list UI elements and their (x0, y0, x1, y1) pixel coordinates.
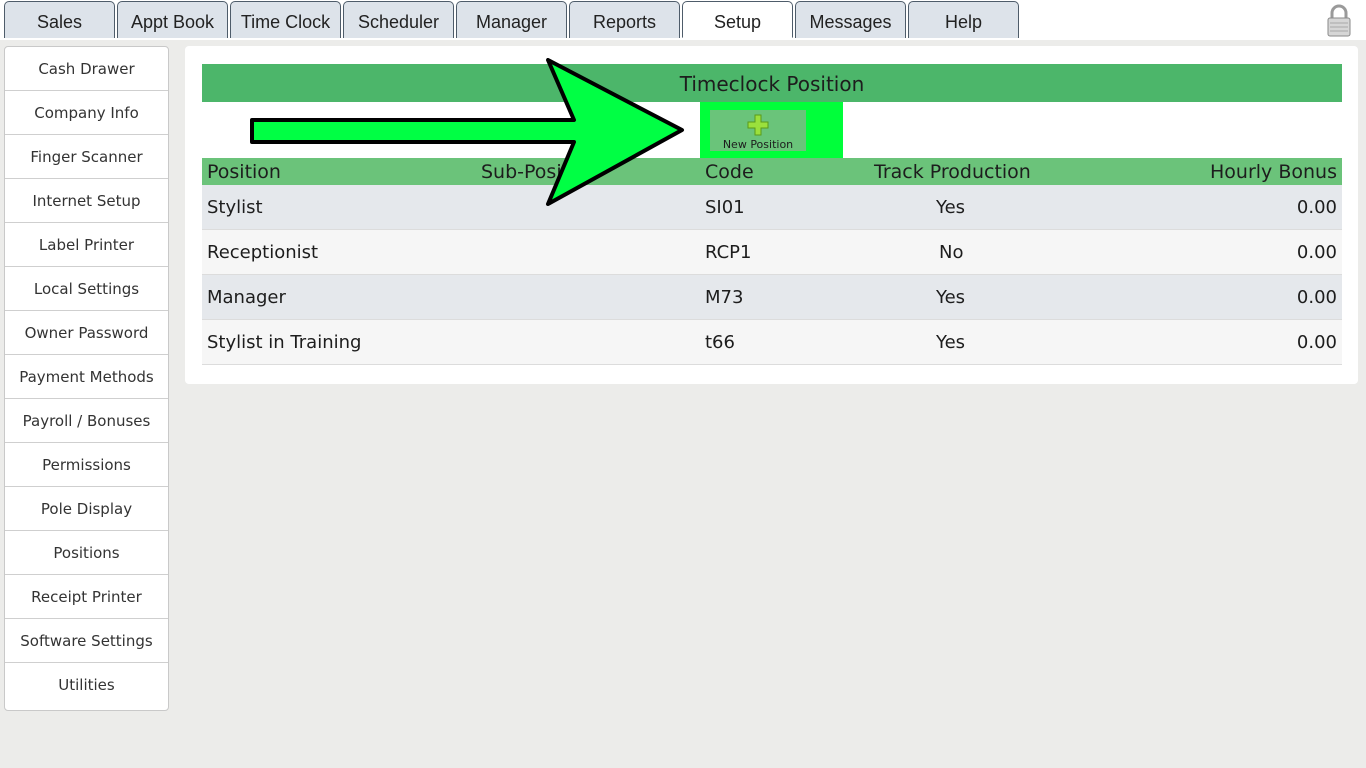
sidebar-item-positions[interactable]: Positions (5, 531, 168, 575)
tab-help[interactable]: Help (908, 1, 1019, 38)
col-hourly-bonus[interactable]: Hourly Bonus (1210, 158, 1337, 186)
setup-sidebar: Cash Drawer Company Info Finger Scanner … (4, 46, 169, 711)
tab-scheduler[interactable]: Scheduler (343, 1, 454, 38)
plus-icon (747, 114, 769, 136)
cell-code: RCP1 (705, 242, 752, 263)
cell-track-production: No (939, 242, 964, 263)
cell-track-production: Yes (936, 197, 966, 218)
sidebar-item-finger-scanner[interactable]: Finger Scanner (5, 135, 168, 179)
sidebar-item-company-info[interactable]: Company Info (5, 91, 168, 135)
tab-messages[interactable]: Messages (795, 1, 906, 38)
tab-appt-book[interactable]: Appt Book (117, 1, 228, 38)
sidebar-item-cash-drawer[interactable]: Cash Drawer (5, 47, 168, 91)
sidebar-item-label-printer[interactable]: Label Printer (5, 223, 168, 267)
table-row[interactable]: Stylist in Training t66 Yes 0.00 (202, 320, 1342, 365)
cell-track-production: Yes (936, 332, 966, 353)
cell-hourly-bonus: 0.00 (1296, 197, 1337, 218)
tab-time-clock[interactable]: Time Clock (230, 1, 341, 38)
sidebar-item-utilities[interactable]: Utilities (5, 663, 168, 707)
tab-sales[interactable]: Sales (4, 1, 115, 38)
tab-manager[interactable]: Manager (456, 1, 567, 38)
sidebar-item-internet-setup[interactable]: Internet Setup (5, 179, 168, 223)
sidebar-item-software-settings[interactable]: Software Settings (5, 619, 168, 663)
sidebar-item-pole-display[interactable]: Pole Display (5, 487, 168, 531)
tab-setup[interactable]: Setup (682, 1, 793, 38)
cell-position: Receptionist (207, 242, 319, 263)
cell-code: SI01 (705, 197, 745, 218)
col-code[interactable]: Code (705, 158, 754, 186)
cell-track-production: Yes (936, 287, 966, 308)
sidebar-item-payment-methods[interactable]: Payment Methods (5, 355, 168, 399)
sidebar-item-payroll-bonuses[interactable]: Payroll / Bonuses (5, 399, 168, 443)
cell-hourly-bonus: 0.00 (1296, 242, 1337, 263)
col-track-production[interactable]: Track Production (874, 158, 1031, 186)
top-tab-bar: Sales Appt Book Time Clock Scheduler Man… (0, 0, 1366, 40)
sidebar-item-owner-password[interactable]: Owner Password (5, 311, 168, 355)
lock-icon[interactable] (1322, 3, 1356, 37)
new-position-button[interactable]: New Position (710, 110, 806, 151)
sidebar-item-permissions[interactable]: Permissions (5, 443, 168, 487)
cell-position: Stylist in Training (207, 332, 362, 353)
table-row[interactable]: Manager M73 Yes 0.00 (202, 275, 1342, 320)
tab-reports[interactable]: Reports (569, 1, 680, 38)
table-row[interactable]: Receptionist RCP1 No 0.00 (202, 230, 1342, 275)
cell-hourly-bonus: 0.00 (1296, 287, 1337, 308)
cell-position: Manager (207, 287, 286, 308)
sidebar-item-receipt-printer[interactable]: Receipt Printer (5, 575, 168, 619)
cell-hourly-bonus: 0.00 (1296, 332, 1337, 353)
sidebar-item-local-settings[interactable]: Local Settings (5, 267, 168, 311)
annotation-arrow-icon (250, 58, 684, 206)
cell-code: t66 (705, 332, 735, 353)
new-position-label: New Position (722, 138, 794, 151)
cell-code: M73 (705, 287, 744, 308)
